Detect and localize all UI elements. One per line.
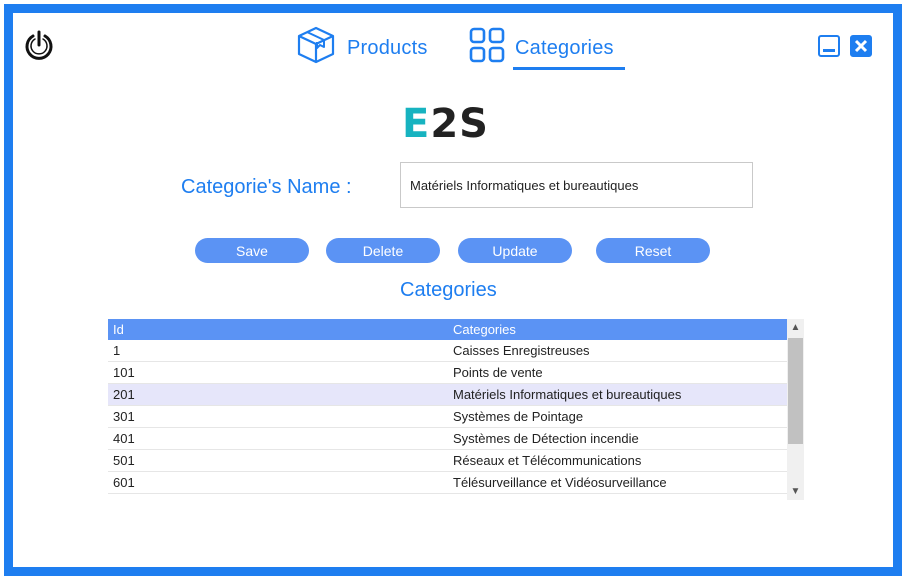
cell-id: 101	[108, 361, 448, 384]
cell-category-name: Réseaux et Télécommunications	[448, 449, 787, 472]
scroll-down-arrow-icon[interactable]: ▼	[787, 483, 804, 500]
close-button[interactable]	[850, 35, 872, 57]
table-header-row: Id Categories	[108, 319, 787, 340]
categories-section-title: Categories	[400, 279, 497, 301]
cell-id: 401	[108, 427, 448, 450]
app-window: Products Categories E2S Categorie's Name…	[4, 4, 902, 576]
category-name-label: Categorie's Name :	[181, 176, 352, 198]
logo-e: E	[402, 101, 431, 147]
cell-category-name: Systèmes de Détection incendie	[448, 427, 787, 450]
logo: E2S	[402, 101, 489, 147]
minimize-button[interactable]	[818, 35, 840, 57]
cell-category-name: Points de vente	[448, 361, 787, 384]
close-icon	[854, 39, 868, 53]
column-header-id[interactable]: Id	[108, 319, 448, 340]
cell-id: 1	[108, 340, 448, 362]
cell-id: 201	[108, 383, 448, 406]
table-row[interactable]: 101 Points de vente	[108, 361, 787, 384]
save-button[interactable]: Save	[195, 238, 309, 263]
package-icon	[295, 25, 347, 71]
column-header-categories[interactable]: Categories	[448, 319, 787, 340]
table-row[interactable]: 501 Réseaux et Télécommunications	[108, 449, 787, 472]
cell-category-name: Matériels Informatiques et bureautiques	[448, 383, 787, 406]
active-tab-indicator	[513, 67, 625, 70]
categories-table[interactable]: Id Categories 1 Caisses Enregistreuses 101…	[108, 319, 804, 500]
grid-icon	[469, 27, 515, 69]
cell-category-name: Télésurveillance et Vidéosurveillance	[448, 471, 787, 494]
table-row[interactable]: 401 Systèmes de Détection incendie	[108, 427, 787, 450]
table-row[interactable]: 201 Matériels Informatiques et bureautiqu…	[108, 383, 787, 406]
nav-categories[interactable]: Categories	[469, 27, 614, 69]
nav-products[interactable]: Products	[295, 25, 428, 71]
delete-button[interactable]: Delete	[326, 238, 440, 263]
power-icon[interactable]	[22, 28, 56, 62]
reset-button[interactable]: Reset	[596, 238, 710, 263]
table-scrollbar[interactable]: ▲ ▼	[787, 319, 804, 500]
scroll-thumb[interactable]	[788, 338, 803, 444]
category-name-input[interactable]	[400, 162, 753, 208]
table-row[interactable]: 601 Télésurveillance et Vidéosurveillance	[108, 471, 787, 494]
scroll-up-arrow-icon[interactable]: ▲	[787, 319, 804, 336]
cell-id: 601	[108, 471, 448, 494]
cell-id: 301	[108, 405, 448, 428]
logo-rest: 2S	[430, 101, 489, 147]
cell-id: 501	[108, 449, 448, 472]
update-button[interactable]: Update	[458, 238, 572, 263]
cell-category-name: Systèmes de Pointage	[448, 405, 787, 428]
table-row[interactable]: 301 Systèmes de Pointage	[108, 405, 787, 428]
cell-category-name: Caisses Enregistreuses	[448, 340, 787, 362]
table-row[interactable]: 1 Caisses Enregistreuses	[108, 340, 787, 362]
nav-categories-label: Categories	[515, 36, 614, 59]
nav-products-label: Products	[347, 36, 428, 59]
